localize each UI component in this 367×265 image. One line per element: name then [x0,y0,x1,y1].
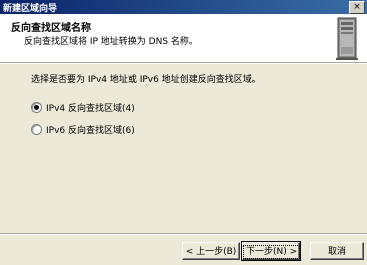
back-button[interactable]: < 上一步(B) [182,242,240,260]
next-button-label: 下一步(N) > [243,245,301,259]
title-bar: 新建区域向导 × [0,0,367,14]
wizard-header: 反向查找区域名称 反向查找区域将 IP 地址转换为 DNS 名称。 [0,14,367,62]
option-ipv6[interactable]: IPv6 反向查找区域(6) [31,123,135,136]
ipv6-label: IPv6 反向查找区域(6) [46,126,135,136]
header-divider [0,62,367,64]
option-ipv4[interactable]: IPv4 反向查找区域(4) [31,101,135,114]
ipv6-radio[interactable] [31,124,42,135]
ipv4-label: IPv4 反向查找区域(4) [46,104,135,114]
server-icon [336,17,358,60]
cancel-button[interactable]: 取消 [310,242,364,260]
footer-divider [0,233,367,235]
ipv4-radio[interactable] [31,102,42,113]
question-text: 选择是否要为 IPv4 地址或 IPv6 地址创建反向查找区域。 [31,75,261,85]
header-title: 反向查找区域名称 [11,23,91,34]
header-subtitle: 反向查找区域将 IP 地址转换为 DNS 名称。 [24,37,198,47]
close-button[interactable]: × [349,1,365,14]
next-button[interactable]: 下一步(N) > [241,241,301,261]
window-title: 新建区域向导 [3,4,58,14]
